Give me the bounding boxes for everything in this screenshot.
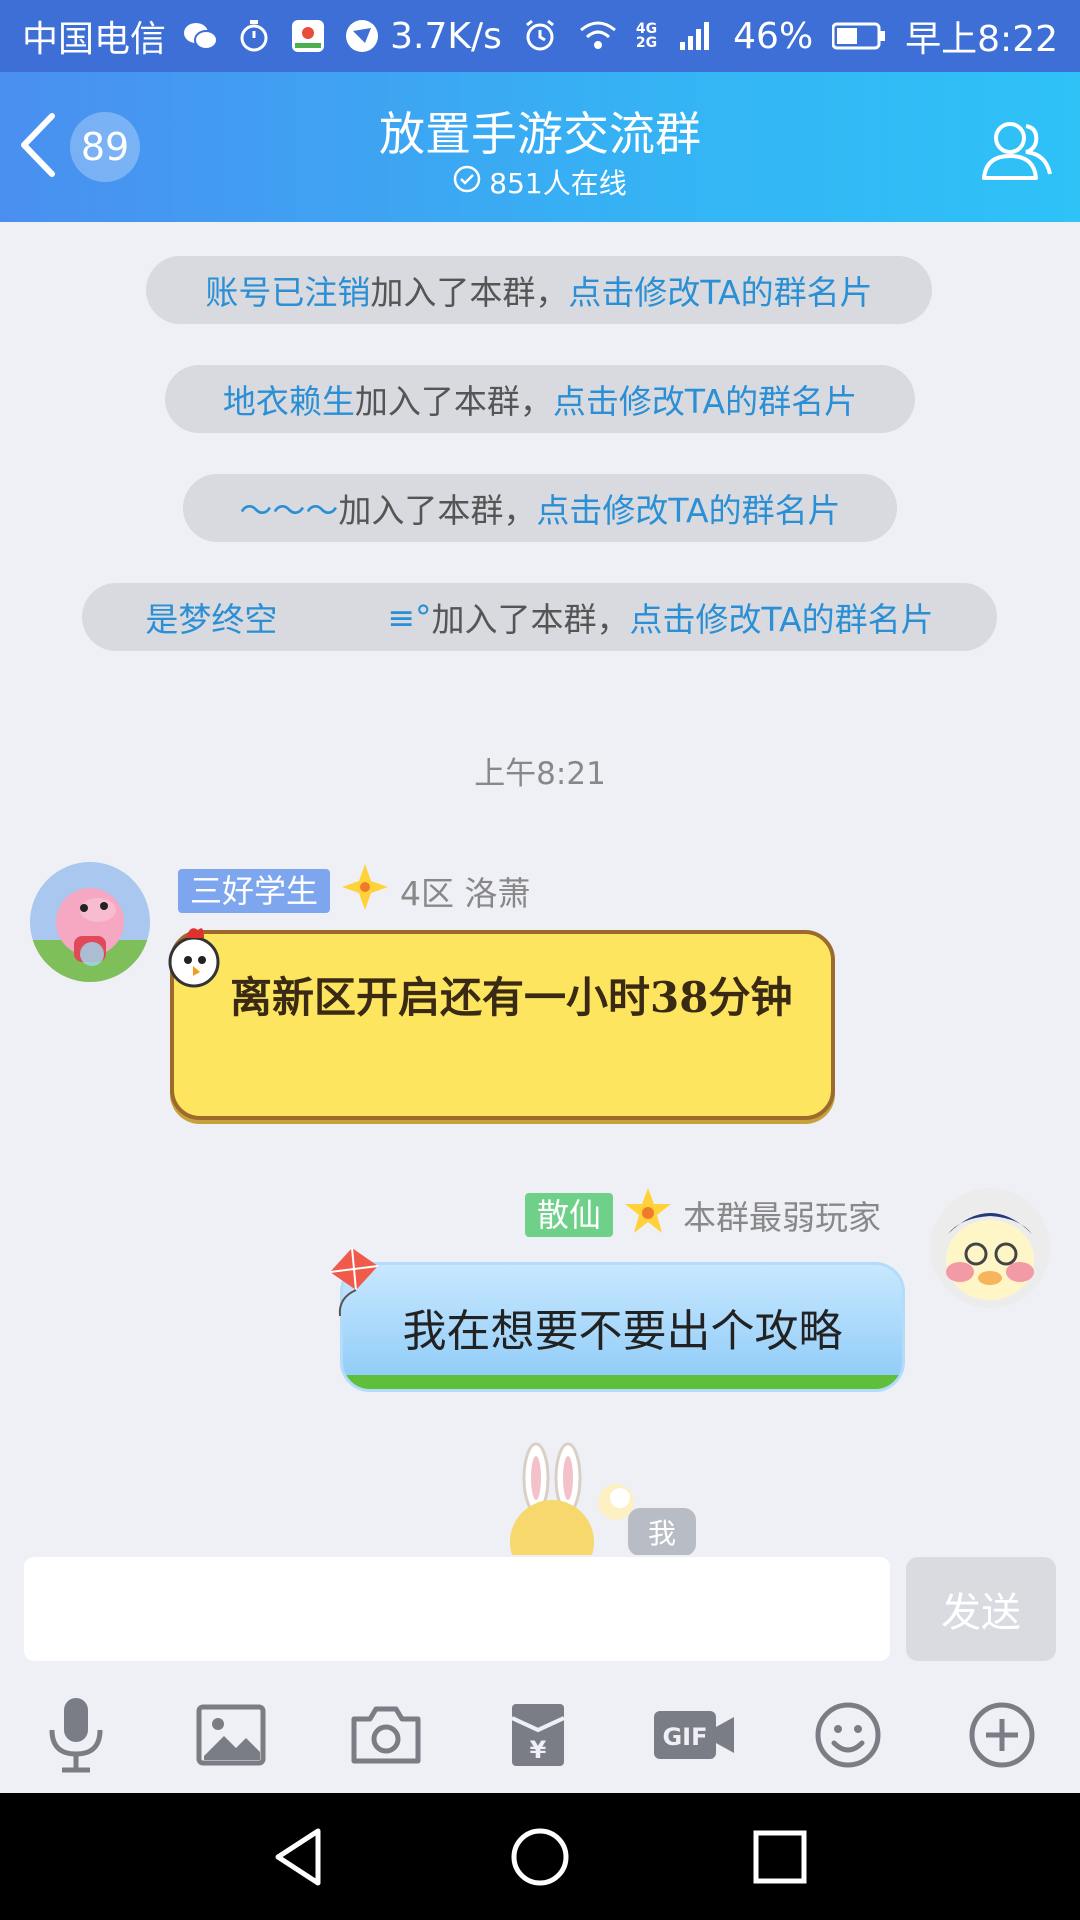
message-bubble[interactable]: 我在想要不要出个攻略 <box>340 1262 905 1392</box>
notice-text: 加入了本群， <box>431 600 630 639</box>
red-packet-icon: ¥ <box>508 1700 568 1774</box>
message-input[interactable] <box>24 1557 890 1661</box>
emoji-icon <box>814 1701 882 1773</box>
wechat-icon <box>180 16 220 56</box>
triangle-back-icon <box>268 1828 332 1893</box>
message-text: 我在想要不要出个攻略 <box>402 1306 843 1357</box>
sender-name[interactable]: 4区 洛萧 <box>400 867 531 915</box>
sender-name[interactable]: 本群最弱玩家 <box>683 1191 881 1239</box>
battery-icon <box>831 16 887 56</box>
clock: 早上8:22 <box>905 19 1058 60</box>
send-button[interactable]: 发送 <box>906 1557 1056 1661</box>
message-text: 离新区开启还有一小时38分钟 <box>230 973 793 1022</box>
nav-home-button[interactable] <box>508 1825 572 1889</box>
chicken-decoration-icon <box>160 922 230 996</box>
join-notice: 是梦终空 ≡° 加入了本群， 点击修改TA的群名片 <box>82 583 997 651</box>
red-packet-button[interactable]: ¥ <box>498 1697 578 1777</box>
join-notice: ～～～ 加入了本群， 点击修改TA的群名片 <box>183 474 897 542</box>
carrier-label: 中国电信 <box>22 19 167 60</box>
sender-meta: 散仙 本群最弱玩家 <box>525 1186 881 1244</box>
check-circle-icon <box>453 165 481 200</box>
join-notice: 账号已注销 加入了本群， 点击修改TA的群名片 <box>146 256 932 324</box>
member-name-link[interactable]: 账号已注销 <box>205 266 370 314</box>
member-name-link[interactable]: ～～～ <box>239 484 338 532</box>
member-name-suffix[interactable]: ≡° <box>387 598 431 637</box>
system-nav-bar <box>0 1793 1080 1920</box>
join-notice: 地衣赖生 加入了本群， 点击修改TA的群名片 <box>165 365 915 433</box>
wifi-icon <box>578 16 618 56</box>
edit-card-link[interactable]: 点击修改TA的群名片 <box>536 484 840 532</box>
nav-back-button[interactable] <box>268 1825 332 1889</box>
message-timestamp: 上午8:21 <box>474 756 606 792</box>
notice-text: 加入了本群， <box>370 273 569 312</box>
group-title[interactable]: 放置手游交流群 <box>0 98 1080 164</box>
member-title-tag: 三好学生 <box>178 869 331 913</box>
people-icon <box>976 122 1056 194</box>
network-speed: 3.7K/s <box>390 15 502 57</box>
online-count: 851人在线 <box>489 167 627 200</box>
edit-card-link[interactable]: 点击修改TA的群名片 <box>568 266 872 314</box>
star-badge-icon <box>340 862 390 920</box>
alarm-icon <box>520 16 560 56</box>
message-bubble[interactable]: 离新区开启还有一小时38分钟 <box>170 930 835 1120</box>
stopwatch-icon <box>234 16 274 56</box>
notice-text: 加入了本群， <box>354 382 553 421</box>
battery-percent: 46% <box>733 15 814 57</box>
network-type: 4G 2G <box>635 21 658 51</box>
avatar[interactable] <box>930 1188 1050 1308</box>
camera-button[interactable] <box>346 1697 426 1777</box>
nav-recents-button[interactable] <box>748 1825 812 1889</box>
square-recents-icon <box>748 1830 812 1893</box>
avatar[interactable] <box>30 862 150 982</box>
chat-header: 89 放置手游交流群 851人在线 <box>0 72 1080 222</box>
bird-app-icon <box>342 16 382 56</box>
camera-icon <box>350 1705 422 1769</box>
notice-text: 加入了本群， <box>338 491 537 530</box>
kite-decoration-icon <box>318 1246 384 1322</box>
more-button[interactable] <box>962 1697 1042 1777</box>
edit-card-link[interactable]: 点击修改TA的群名片 <box>629 593 933 641</box>
member-name-link[interactable]: 是梦终空 <box>145 593 277 641</box>
maps-app-icon <box>288 16 328 56</box>
sender-meta: 三好学生 4区 洛萧 <box>178 862 531 920</box>
online-status[interactable]: 851人在线 <box>0 162 1080 202</box>
input-toolbar: ¥ GIF <box>0 1673 1080 1793</box>
member-name-link[interactable]: 地衣赖生 <box>223 375 355 423</box>
input-row: 发送 <box>0 1555 1080 1673</box>
circle-home-icon <box>508 1828 572 1893</box>
signal-icon <box>675 16 715 56</box>
group-members-button[interactable] <box>976 110 1056 190</box>
voice-button[interactable] <box>36 1697 116 1777</box>
svg-text:GIF: GIF <box>662 1723 707 1751</box>
emoji-button[interactable] <box>808 1697 888 1777</box>
svg-text:¥: ¥ <box>530 1736 547 1764</box>
gif-button[interactable]: GIF <box>652 1697 736 1777</box>
plus-icon <box>968 1701 1036 1773</box>
status-right: 3.7K/s 4G 2G 46% 早上8:22 <box>390 10 1058 62</box>
status-left: 中国电信 <box>22 10 382 62</box>
self-label: 我 <box>628 1508 696 1556</box>
photo-button[interactable] <box>191 1697 271 1777</box>
member-title-tag: 散仙 <box>525 1193 614 1237</box>
mic-icon <box>44 1696 108 1778</box>
status-bar: 中国电信 3.7K/s 4G 2G 46% 早上8:22 <box>0 0 1080 72</box>
edit-card-link[interactable]: 点击修改TA的群名片 <box>553 375 857 423</box>
gif-icon: GIF <box>652 1707 736 1767</box>
image-icon <box>196 1704 266 1770</box>
star-badge-icon <box>623 1186 673 1244</box>
